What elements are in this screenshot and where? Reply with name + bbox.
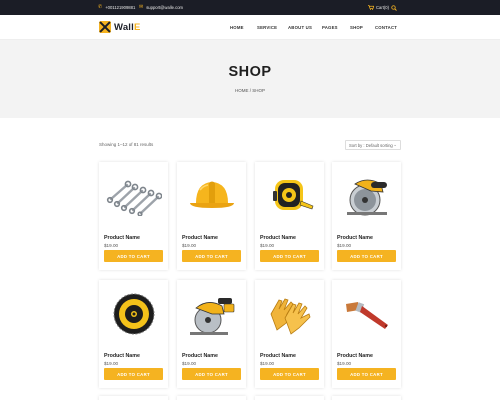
- product-name[interactable]: Product Name: [337, 353, 373, 359]
- product-price: $19.00: [182, 243, 197, 248]
- product-name[interactable]: Product Name: [104, 353, 140, 359]
- cart-link[interactable]: Cart(0): [368, 0, 389, 15]
- nav-item-service[interactable]: SERVICE: [257, 15, 277, 40]
- product-price: $19.00: [182, 361, 197, 366]
- circular-saw-icon: [346, 179, 387, 216]
- product-price: $19.00: [337, 361, 352, 366]
- product-card[interactable]: Product Name $19.00 ADD TO CART: [99, 280, 168, 388]
- product-name[interactable]: Product Name: [260, 353, 296, 359]
- sort-select-value: Sort by : Default sorting: [349, 142, 393, 148]
- product-card[interactable]: [99, 396, 168, 400]
- product-price: $19.00: [104, 243, 119, 248]
- product-price: $19.00: [337, 243, 352, 248]
- hard-hat-icon: [189, 181, 234, 208]
- add-to-cart-button[interactable]: ADD TO CART: [182, 368, 241, 380]
- product-image[interactable]: [255, 162, 324, 230]
- add-to-cart-button[interactable]: ADD TO CART: [104, 250, 163, 262]
- page-title: SHOP: [228, 64, 272, 80]
- product-image[interactable]: [332, 162, 401, 230]
- product-card[interactable]: Product Name $19.00 ADD TO CART: [255, 280, 324, 388]
- email-address: support@walle.com: [146, 5, 184, 10]
- search-icon: [391, 4, 397, 11]
- product-name[interactable]: Product Name: [182, 353, 218, 359]
- product-name[interactable]: Product Name: [182, 235, 218, 241]
- cart-icon: [368, 5, 374, 10]
- work-gloves-icon: [270, 298, 310, 335]
- main-nav: HOME SERVICE ABOUT US PAGES SHOP CONTACT: [0, 15, 500, 40]
- product-card[interactable]: Product Name $19.00 ADD TO CART: [255, 162, 324, 270]
- product-image[interactable]: [99, 162, 168, 230]
- product-card[interactable]: [332, 396, 401, 400]
- breadcrumb: HOME / SHOP: [234, 88, 265, 93]
- product-card[interactable]: Product Name $19.00 ADD TO CART: [177, 280, 246, 388]
- results-count: Showing 1–12 of 81 results: [99, 142, 154, 147]
- saw-blade-icon: [113, 293, 154, 335]
- nav-item-contact[interactable]: CONTACT: [375, 15, 397, 40]
- product-card[interactable]: [177, 396, 246, 400]
- product-price: $19.00: [260, 361, 275, 366]
- product-image[interactable]: [177, 280, 246, 348]
- sort-select[interactable]: Sort by : Default sorting ⌄: [345, 140, 401, 150]
- envelope-icon: ✉: [139, 4, 144, 10]
- nav-item-pages[interactable]: PAGES: [322, 15, 338, 40]
- product-image[interactable]: [332, 280, 401, 348]
- add-to-cart-button[interactable]: ADD TO CART: [260, 368, 319, 380]
- add-to-cart-button[interactable]: ADD TO CART: [182, 250, 241, 262]
- nav-item-shop[interactable]: SHOP: [350, 15, 363, 40]
- product-image[interactable]: [99, 280, 168, 348]
- product-card[interactable]: [255, 396, 324, 400]
- cordless-saw-icon: [189, 298, 234, 335]
- paint-brush-icon: [345, 302, 388, 329]
- product-name[interactable]: Product Name: [104, 235, 140, 241]
- product-price: $19.00: [260, 243, 275, 248]
- tape-measure-icon: [272, 180, 313, 210]
- product-price: $19.00: [104, 361, 119, 366]
- cart-label: Cart(0): [376, 5, 390, 10]
- add-to-cart-button[interactable]: ADD TO CART: [337, 250, 396, 262]
- main-navbar: WallE HOME SERVICE ABOUT US PAGES SHOP C…: [0, 15, 500, 40]
- product-card[interactable]: Product Name $19.00 ADD TO CART: [332, 162, 401, 270]
- phone-icon: ✆: [98, 4, 103, 10]
- phone-contact[interactable]: ✆ +001121909881: [98, 0, 135, 15]
- nav-item-home[interactable]: HOME: [230, 15, 244, 40]
- email-contact[interactable]: ✉ support@walle.com: [139, 0, 183, 15]
- product-card[interactable]: Product Name $19.00 ADD TO CART: [332, 280, 401, 388]
- product-card[interactable]: Product Name $19.00 ADD TO CART: [99, 162, 168, 270]
- wrench-set-icon: [106, 180, 162, 216]
- product-image[interactable]: [255, 280, 324, 348]
- add-to-cart-button[interactable]: ADD TO CART: [104, 368, 163, 380]
- product-card[interactable]: Product Name $19.00 ADD TO CART: [177, 162, 246, 270]
- product-image[interactable]: [177, 162, 246, 230]
- phone-number: +001121909881: [105, 5, 136, 10]
- product-name[interactable]: Product Name: [260, 235, 296, 241]
- top-bar: ✆ +001121909881 ✉ support@walle.com Cart…: [0, 0, 500, 15]
- nav-item-about-us[interactable]: ABOUT US: [288, 15, 312, 40]
- product-name[interactable]: Product Name: [337, 235, 373, 241]
- page-header-banner: SHOP HOME / SHOP: [0, 40, 500, 118]
- add-to-cart-button[interactable]: ADD TO CART: [337, 368, 396, 380]
- add-to-cart-button[interactable]: ADD TO CART: [260, 250, 319, 262]
- chevron-down-icon: ⌄: [393, 142, 397, 147]
- search-button[interactable]: [391, 0, 397, 15]
